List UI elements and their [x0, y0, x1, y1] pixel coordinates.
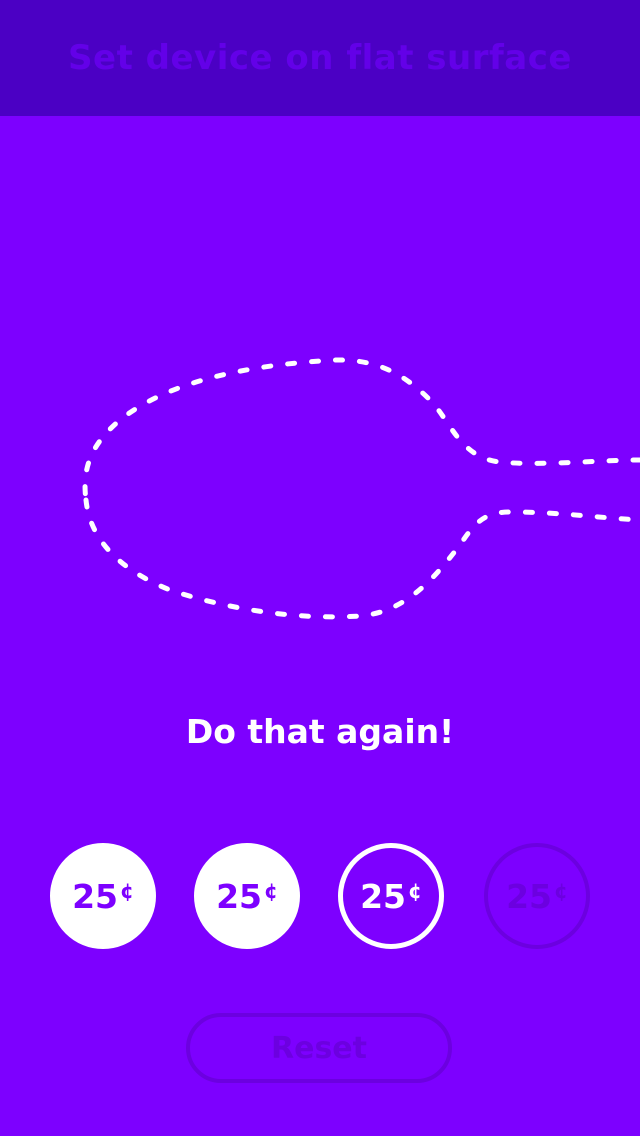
gesture-path-illustration: [82, 357, 640, 620]
gesture-path-lower: [83, 497, 640, 620]
coin-amount: 25: [506, 876, 552, 916]
reset-button[interactable]: Reset: [186, 1013, 452, 1083]
gesture-path-upper: [82, 357, 640, 503]
coin-collected-1: 25 ¢: [50, 843, 156, 949]
coin-current: 25 ¢: [338, 843, 444, 949]
top-bar: Set device on flat surface: [0, 0, 640, 116]
status-message: Do that again!: [185, 712, 455, 751]
coin-amount: 25: [72, 876, 118, 916]
coin-collected-2: 25 ¢: [194, 843, 300, 949]
cent-symbol: ¢: [554, 879, 568, 903]
coin-pending: 25 ¢: [484, 843, 590, 949]
cent-symbol: ¢: [264, 879, 278, 903]
coin-amount: 25: [360, 876, 406, 916]
cent-symbol: ¢: [120, 879, 134, 903]
coin-row: 25 ¢ 25 ¢ 25 ¢ 25 ¢: [0, 840, 640, 952]
cent-symbol: ¢: [408, 879, 422, 903]
coin-amount: 25: [216, 876, 262, 916]
instruction-title: Set device on flat surface: [68, 38, 572, 78]
